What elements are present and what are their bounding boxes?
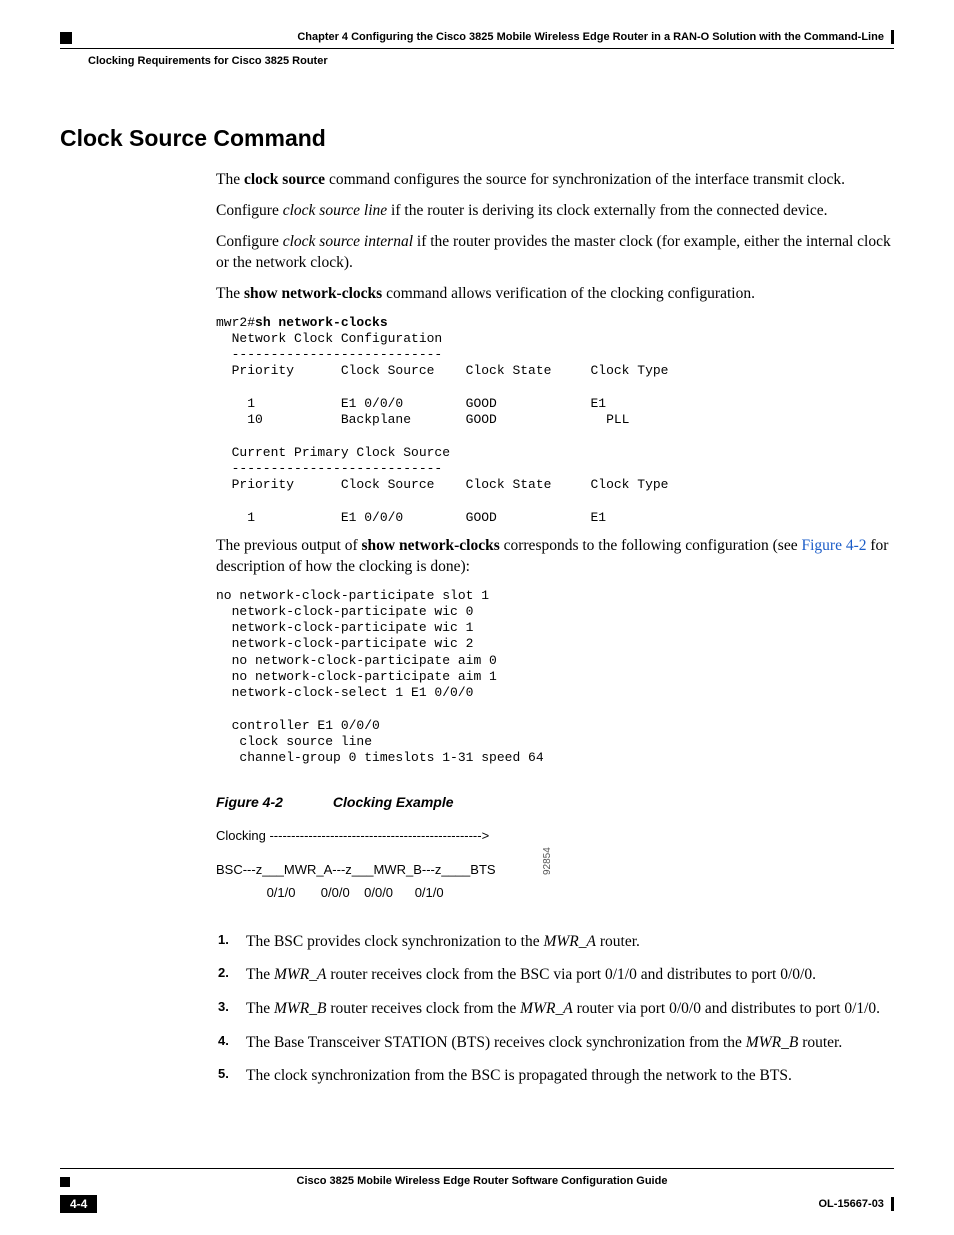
paragraph: The clock source command configures the … <box>216 170 894 191</box>
list-item: The Base Transceiver STATION (BTS) recei… <box>238 1032 894 1054</box>
chapter-title: Chapter 4 Configuring the Cisco 3825 Mob… <box>297 31 884 43</box>
running-header-section: Clocking Requirements for Cisco 3825 Rou… <box>88 55 894 67</box>
footer-bottom: 4-4 OL-15667-03 <box>60 1195 894 1213</box>
section-heading: Clock Source Command <box>60 125 894 152</box>
paragraph: Configure clock source internal if the r… <box>216 232 894 274</box>
document-id: OL-15667-03 <box>819 1198 884 1210</box>
figure-id: 92854 <box>539 847 557 875</box>
footer-bar-icon <box>891 1197 894 1211</box>
figure-link[interactable]: Figure 4-2 <box>801 537 866 554</box>
body-text: The clock source command configures the … <box>216 170 894 1087</box>
running-header: Chapter 4 Configuring the Cisco 3825 Mob… <box>60 30 894 49</box>
paragraph: The previous output of show network-cloc… <box>216 536 894 578</box>
figure-body: Clocking -------------------------------… <box>216 824 894 904</box>
page: Chapter 4 Configuring the Cisco 3825 Mob… <box>0 0 954 1235</box>
figure-caption: Figure 4-2Clocking Example <box>216 794 894 810</box>
list-item: The BSC provides clock synchronization t… <box>238 931 894 953</box>
footer-marker-icon <box>60 1177 70 1187</box>
list-item: The MWR_A router receives clock from the… <box>238 964 894 986</box>
config-block: no network-clock-participate slot 1 netw… <box>216 588 894 767</box>
list-item: The clock synchronization from the BSC i… <box>238 1065 894 1087</box>
header-bar-icon <box>891 30 894 44</box>
header-marker-icon <box>60 32 72 44</box>
list-item: The MWR_B router receives clock from the… <box>238 998 894 1020</box>
cli-output: mwr2#sh network-clocks Network Clock Con… <box>216 315 894 526</box>
paragraph: The show network-clocks command allows v… <box>216 284 894 305</box>
footer-guide-title: Cisco 3825 Mobile Wireless Edge Router S… <box>60 1168 894 1187</box>
numbered-steps: The BSC provides clock synchronization t… <box>216 931 894 1087</box>
page-number: 4-4 <box>60 1195 97 1213</box>
paragraph: Configure clock source line if the route… <box>216 201 894 222</box>
